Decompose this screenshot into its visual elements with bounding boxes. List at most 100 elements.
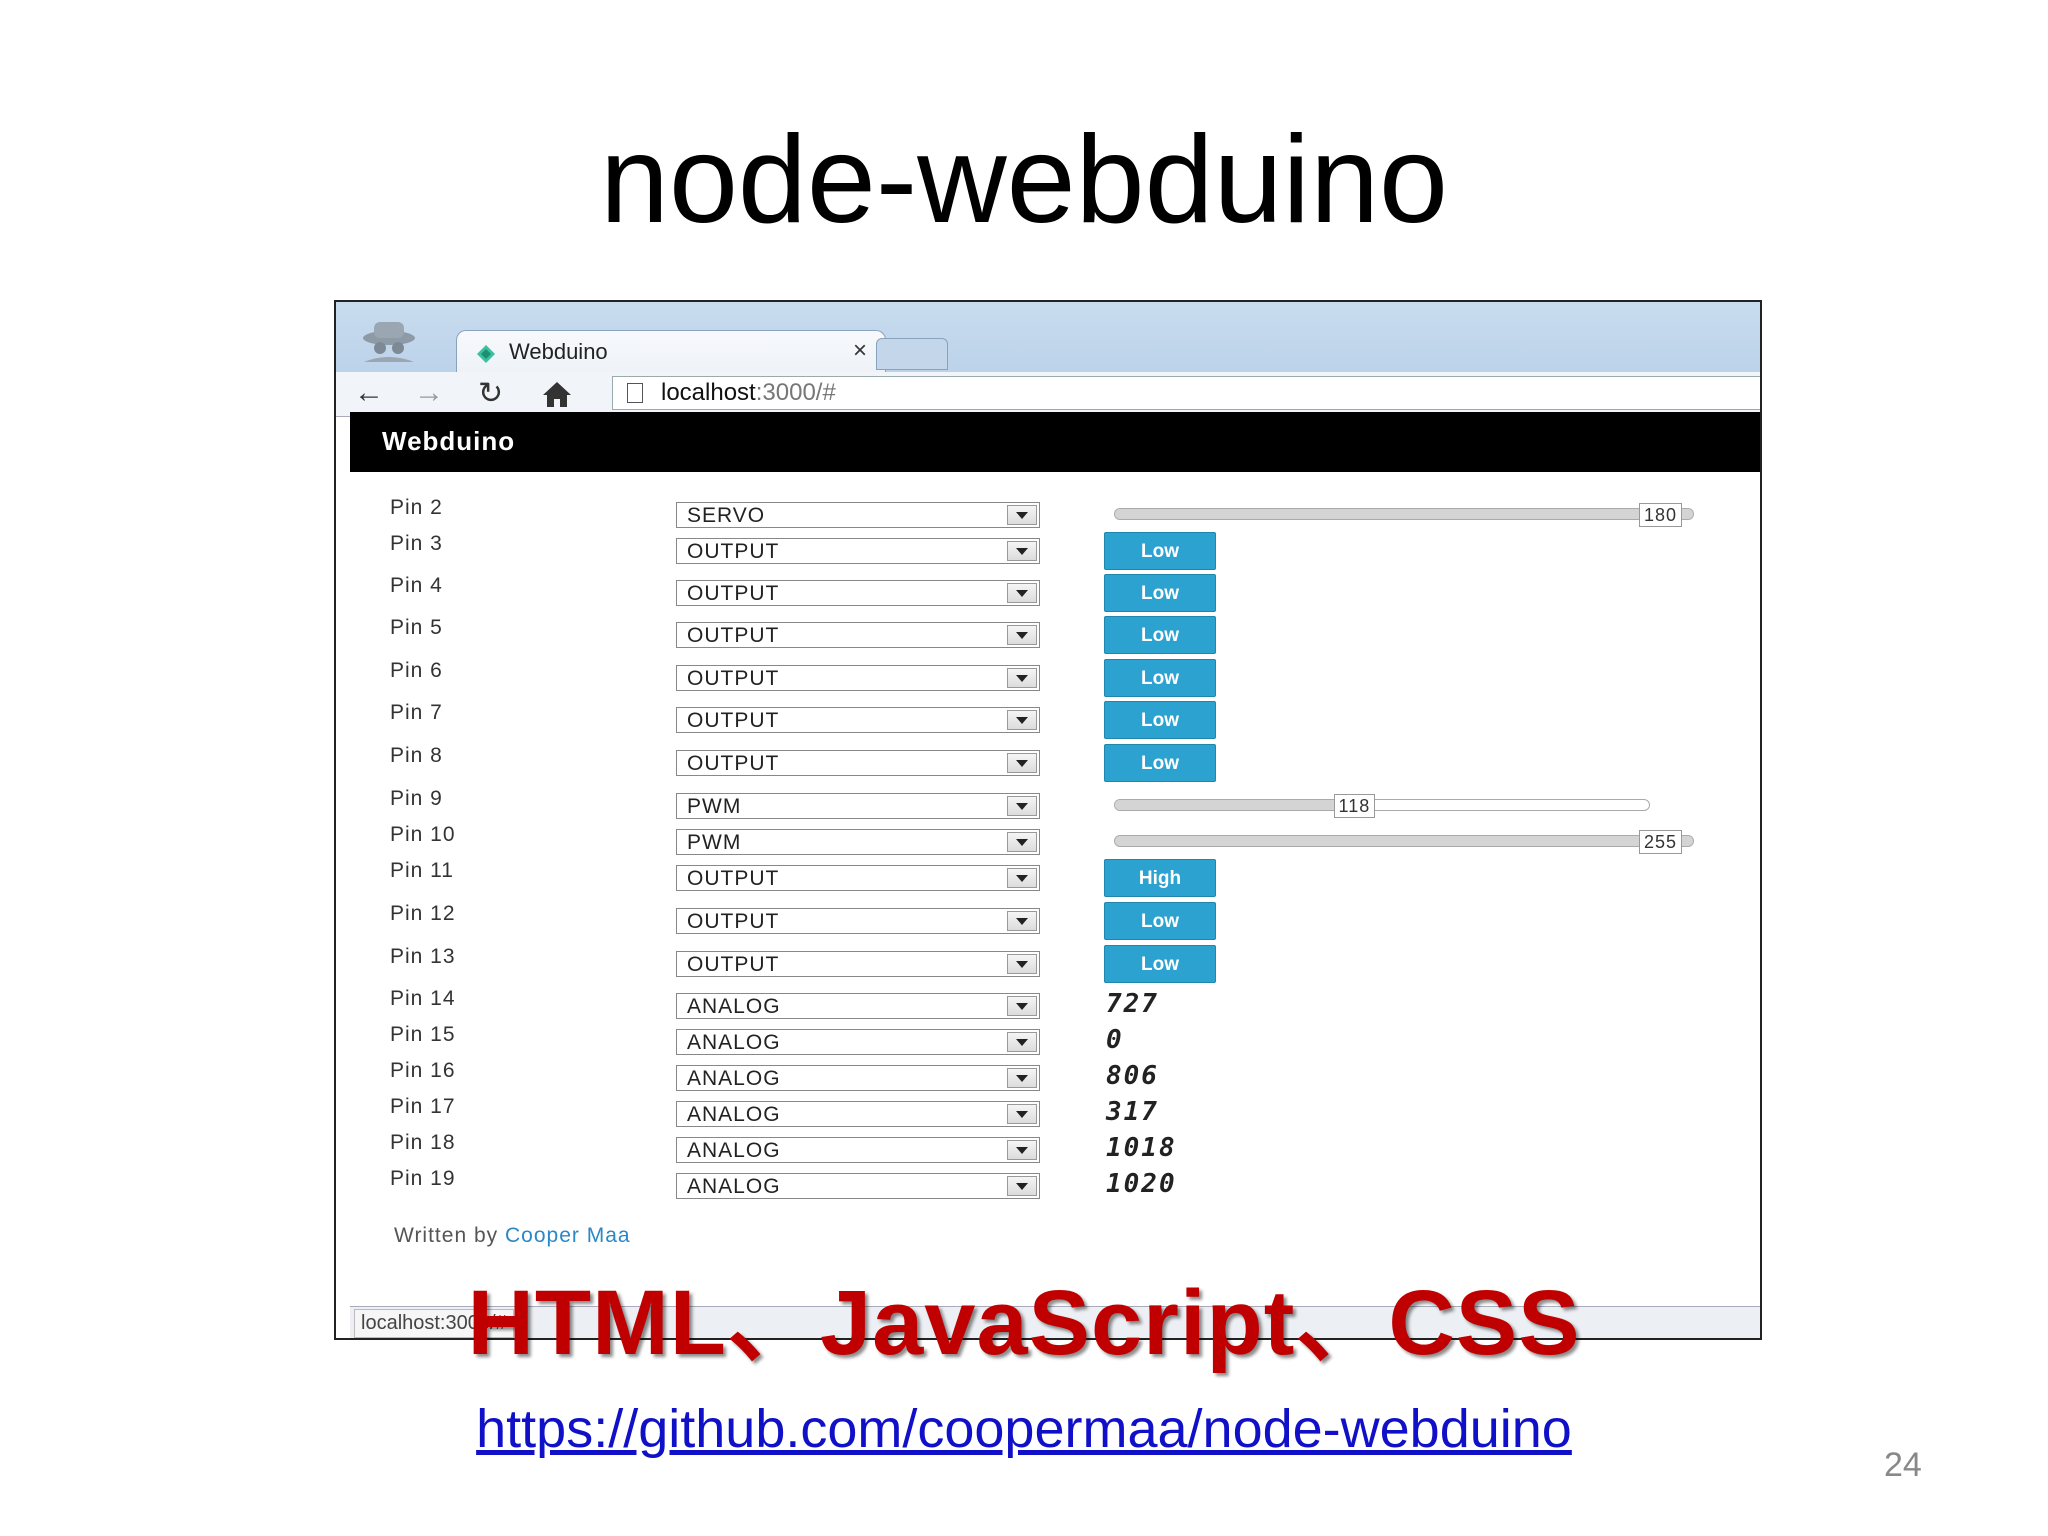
pin-toggle-button[interactable]: Low (1104, 902, 1216, 940)
pin-mode-select[interactable]: OUTPUT (676, 707, 1040, 733)
dropdown-arrow-icon[interactable] (1007, 1140, 1037, 1160)
dropdown-arrow-icon[interactable] (1007, 796, 1037, 816)
pin-mode-select[interactable]: OUTPUT (676, 665, 1040, 691)
dropdown-arrow-icon[interactable] (1007, 832, 1037, 852)
home-icon[interactable] (542, 380, 572, 408)
pin-mode-value: OUTPUT (687, 624, 780, 647)
pin-list: Written by Cooper Maa Pin 2 SERVO 180 Pin 3… (350, 472, 1760, 1338)
pin-mode-select[interactable]: OUTPUT (676, 865, 1040, 891)
pin-mode-select[interactable]: OUTPUT (676, 750, 1040, 776)
pin-label: Pin 2 (390, 496, 443, 519)
dropdown-arrow-icon[interactable] (1007, 625, 1037, 645)
pin-toggle-button[interactable]: High (1104, 859, 1216, 897)
dropdown-arrow-icon[interactable] (1007, 954, 1037, 974)
tab-close-icon[interactable]: × (853, 337, 867, 365)
dropdown-arrow-icon[interactable] (1007, 753, 1037, 773)
pin-label: Pin 19 (390, 1167, 456, 1190)
back-arrow-icon[interactable]: ← (354, 376, 384, 410)
pin-label: Pin 13 (390, 945, 456, 968)
app-navbar: Webduino (350, 412, 1760, 472)
dropdown-arrow-icon[interactable] (1007, 911, 1037, 931)
slider-fill (1115, 800, 1361, 810)
slider-handle-value[interactable]: 255 (1639, 830, 1683, 854)
reload-icon[interactable]: ↻ (478, 376, 503, 411)
analog-reading: 317 (1106, 1097, 1159, 1127)
analog-reading: 727 (1106, 989, 1159, 1019)
pin-row: Pin 13 OUTPUT Low (350, 945, 1760, 983)
pin-mode-select[interactable]: ANALOG (676, 1173, 1040, 1199)
forward-arrow-icon[interactable]: → (414, 376, 444, 410)
slide-title: node-webduino (599, 111, 1449, 249)
pin-toggle-button[interactable]: Low (1104, 659, 1216, 697)
pin-mode-select[interactable]: ANALOG (676, 1137, 1040, 1163)
pin-mode-value: ANALOG (687, 1139, 781, 1162)
pin-mode-value: OUTPUT (687, 582, 780, 605)
pin-row: Pin 8 OUTPUT Low (350, 744, 1760, 782)
pin-mode-value: ANALOG (687, 1031, 781, 1054)
app-brand[interactable]: Webduino (382, 426, 515, 457)
repo-link[interactable]: https://github.com/coopermaa/node-webdui… (0, 1398, 2048, 1460)
pin-mode-value: ANALOG (687, 995, 781, 1018)
dropdown-arrow-icon[interactable] (1007, 996, 1037, 1016)
pin-label: Pin 10 (390, 823, 456, 846)
footer-prefix: Written by (394, 1224, 499, 1247)
pin-slider[interactable]: 255 (1114, 830, 1694, 854)
slider-handle-value[interactable]: 180 (1639, 503, 1683, 527)
pin-toggle-button[interactable]: Low (1104, 532, 1216, 570)
pin-mode-select[interactable]: OUTPUT (676, 622, 1040, 648)
pin-mode-select[interactable]: ANALOG (676, 1029, 1040, 1055)
pin-mode-select[interactable]: PWM (676, 829, 1040, 855)
browser-screenshot: Webduino × ← → ↻ localhost:3000/# Webdui… (334, 300, 1762, 1340)
pin-label: Pin 14 (390, 987, 456, 1010)
analog-reading: 0 (1106, 1025, 1124, 1055)
dropdown-arrow-icon[interactable] (1007, 541, 1037, 561)
slider-handle-value[interactable]: 118 (1333, 794, 1376, 818)
pin-mode-select[interactable]: OUTPUT (676, 580, 1040, 606)
pin-mode-select[interactable]: OUTPUT (676, 951, 1040, 977)
pin-slider[interactable]: 180 (1114, 503, 1694, 527)
browser-tab[interactable]: Webduino × (456, 330, 886, 374)
pin-label: Pin 6 (390, 659, 443, 682)
pin-mode-select[interactable]: OUTPUT (676, 538, 1040, 564)
dropdown-arrow-icon[interactable] (1007, 868, 1037, 888)
dropdown-arrow-icon[interactable] (1007, 583, 1037, 603)
pin-mode-value: SERVO (687, 504, 766, 527)
author-link[interactable]: Cooper Maa (505, 1224, 631, 1247)
url-host: localhost (661, 379, 756, 406)
pin-toggle-button[interactable]: Low (1104, 744, 1216, 782)
dropdown-arrow-icon[interactable] (1007, 668, 1037, 688)
pin-label: Pin 5 (390, 616, 443, 639)
pin-row: Pin 2 SERVO 180 (350, 496, 1760, 532)
pin-mode-select[interactable]: SERVO (676, 502, 1040, 528)
pin-row: Pin 5 OUTPUT Low (350, 616, 1760, 654)
pin-row: Pin 10 PWM 255 (350, 823, 1760, 859)
address-bar[interactable]: localhost:3000/# (612, 376, 1760, 410)
pin-toggle-button[interactable]: Low (1104, 574, 1216, 612)
new-tab-button[interactable] (876, 338, 948, 370)
pin-toggle-button[interactable]: Low (1104, 945, 1216, 983)
pin-mode-select[interactable]: ANALOG (676, 993, 1040, 1019)
pin-slider[interactable]: 118 (1114, 794, 1650, 818)
dropdown-arrow-icon[interactable] (1007, 1176, 1037, 1196)
pin-mode-value: OUTPUT (687, 540, 780, 563)
pin-toggle-button[interactable]: Low (1104, 616, 1216, 654)
pin-mode-select[interactable]: ANALOG (676, 1101, 1040, 1127)
dropdown-arrow-icon[interactable] (1007, 1068, 1037, 1088)
page-icon (627, 383, 643, 403)
pin-mode-select[interactable]: PWM (676, 793, 1040, 819)
pin-mode-select[interactable]: ANALOG (676, 1065, 1040, 1091)
pin-row: Pin 15 ANALOG 0 (350, 1023, 1760, 1059)
dropdown-arrow-icon[interactable] (1007, 1104, 1037, 1124)
browser-titlebar: Webduino × ← → ↻ localhost:3000/# (336, 302, 1760, 417)
dropdown-arrow-icon[interactable] (1007, 505, 1037, 525)
pin-row: Pin 6 OUTPUT Low (350, 659, 1760, 697)
webduino-favicon-icon (477, 345, 495, 363)
pin-label: Pin 7 (390, 701, 443, 724)
pin-row: Pin 11 OUTPUT High (350, 859, 1760, 897)
analog-reading: 806 (1106, 1061, 1159, 1091)
pin-mode-select[interactable]: OUTPUT (676, 908, 1040, 934)
overlay-caption: HTML、JavaScript、CSS (467, 1272, 1581, 1374)
pin-toggle-button[interactable]: Low (1104, 701, 1216, 739)
dropdown-arrow-icon[interactable] (1007, 1032, 1037, 1052)
dropdown-arrow-icon[interactable] (1007, 710, 1037, 730)
